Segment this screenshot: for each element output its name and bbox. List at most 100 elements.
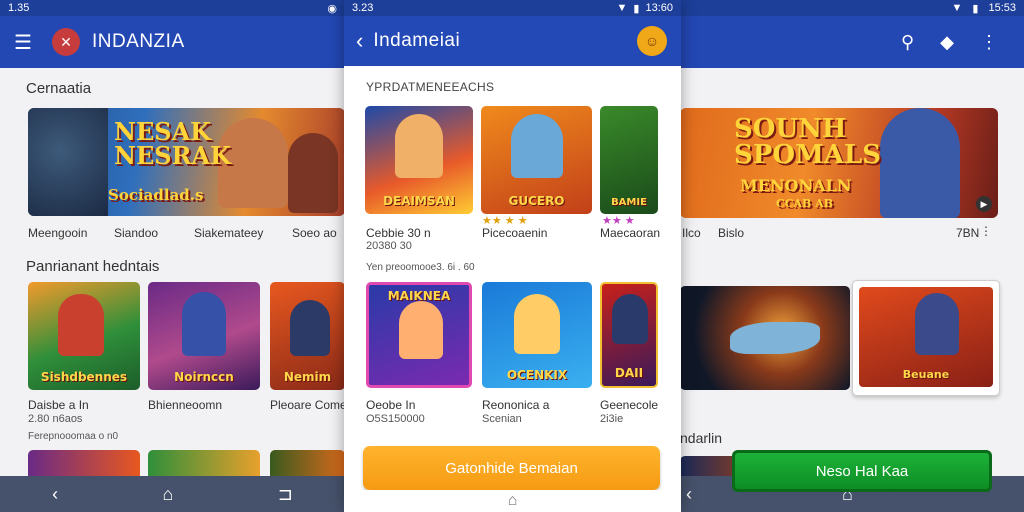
banner-hero xyxy=(880,108,960,218)
more-icon[interactable]: ⋮ xyxy=(980,32,998,53)
app-logo: ✕ xyxy=(51,28,80,56)
section-title: Cernaatia xyxy=(26,80,92,97)
game-tile[interactable]: BAMIE xyxy=(600,106,658,214)
search-icon[interactable]: ⚲ xyxy=(901,32,914,53)
back-arrow-icon[interactable]: ‹ xyxy=(356,28,363,54)
tile-caption: OCENKIX xyxy=(506,368,568,382)
play-icon[interactable]: ▶ xyxy=(976,196,992,212)
tile-character xyxy=(612,294,648,344)
tile-caption: Sishdbennes xyxy=(40,370,128,384)
banner-label: Siandoo xyxy=(114,226,159,240)
recents-icon[interactable]: ⊐ xyxy=(278,484,293,505)
right-screen: ▼ ▮ 15:53 ⚲ ◆ ⋮ SOUNH SPOMALS MENONALN C… xyxy=(680,0,1024,512)
tile-caption: Noirnccn xyxy=(174,370,234,384)
status-time: 1.35 xyxy=(8,2,30,14)
status-bar: ▼ ▮ 15:53 xyxy=(680,0,1024,16)
game-badge-icon[interactable]: ☺ xyxy=(637,26,667,56)
status-icons: ◉ xyxy=(327,2,337,15)
download-button[interactable]: Gatonhide Bemaian xyxy=(363,446,660,490)
status-time: 15:53 xyxy=(988,2,1016,14)
tile-caption: BAMIE xyxy=(611,197,647,208)
list-heading: YPRDATMENEEACHS xyxy=(366,80,495,94)
banner-label: 7BN xyxy=(956,226,980,240)
game-tile[interactable]: OCENKIX xyxy=(482,282,592,388)
tile-title: Maecaoran xyxy=(600,226,661,240)
tile-character xyxy=(395,114,443,178)
tile-meta: 20380 30 xyxy=(366,240,412,252)
battery-icon: ▮ xyxy=(972,2,979,15)
section-title: Panrianant hedntais xyxy=(26,258,160,275)
featured-banner[interactable]: SOUNH SPOMALS MENONALN CCAB AB ▶ xyxy=(680,108,998,218)
app-title: INDANZIA xyxy=(91,31,185,52)
system-nav-bar: ‹ ⌂ ⊐ xyxy=(0,476,345,512)
banner-title: SOUNH SPOMALS xyxy=(734,114,881,170)
game-tile[interactable]: Sishdbennes xyxy=(28,282,140,390)
tile-title: Picecoaenin xyxy=(482,226,548,240)
app-bar: ☰ ✕ INDANZIA xyxy=(0,16,345,68)
game-tile[interactable]: Noirnccn xyxy=(148,282,260,390)
tile-meta: 2i3ie xyxy=(600,413,624,425)
notification-icon: ◉ xyxy=(327,2,337,15)
app-bar: ⚲ ◆ ⋮ xyxy=(680,16,1024,68)
tile-meta: 2.80 n6aos xyxy=(28,413,83,425)
game-tile[interactable]: MAIKNEA xyxy=(366,282,472,388)
tile-meta: Ferepnooomaa o n0 xyxy=(28,431,119,442)
play-now-button[interactable]: Neso Hal Kaa xyxy=(732,450,992,492)
back-icon[interactable]: ‹ xyxy=(52,484,58,505)
tile-label: Daisbe a In xyxy=(28,398,89,412)
game-tile[interactable]: Nemim xyxy=(270,282,345,390)
banner-hero xyxy=(288,133,338,213)
tile-title: Reononica a xyxy=(482,398,550,412)
banner-caption: CCAB AB xyxy=(776,197,834,210)
tile-character xyxy=(399,301,443,359)
game-tile[interactable]: DAII xyxy=(600,282,658,388)
status-icons: ▼ ▮ 13:60 xyxy=(617,2,673,15)
more-dots-icon[interactable]: ⋮ xyxy=(980,224,992,238)
tile-character xyxy=(514,294,560,354)
menu-icon[interactable]: ☰ xyxy=(14,30,32,55)
game-tile[interactable] xyxy=(680,286,850,390)
game-tile[interactable]: DEAIMSAN xyxy=(365,106,473,214)
home-icon[interactable]: ⌂ xyxy=(163,484,174,505)
banner-title: NESAK NESRAK xyxy=(114,117,231,170)
tile-title: Oeobe In xyxy=(366,398,416,412)
tile-character xyxy=(182,292,226,356)
tile-title: Cebbie 30 n xyxy=(366,226,431,240)
status-clock: 13:60 xyxy=(645,2,673,14)
tile-character xyxy=(58,294,104,356)
section-title: ndarlin xyxy=(680,430,723,446)
tile-caption: MAIKNEA xyxy=(387,289,451,303)
tile-meta: O5S150000 xyxy=(366,413,425,425)
tile-art: Beuane xyxy=(859,287,993,387)
status-time: 3.23 xyxy=(352,2,374,14)
tile-character xyxy=(915,293,959,355)
back-icon[interactable]: ‹ xyxy=(686,484,692,505)
banner-character xyxy=(28,108,108,216)
game-tile[interactable]: GUCERO xyxy=(481,106,592,214)
banner-subtitle: MENONALN xyxy=(740,176,852,195)
tile-character xyxy=(511,114,563,178)
game-tile[interactable]: Beuane xyxy=(852,280,1000,396)
left-screen: 1.35 ◉ ☰ ✕ INDANZIA Cernaatia NESAK NESR… xyxy=(0,0,345,512)
dialog-title: Indameiai xyxy=(373,30,461,51)
tile-caption: Beuane xyxy=(902,368,950,381)
banner-subtitle: Sociadlad.s xyxy=(108,186,204,204)
tile-label: Bhienneoomn xyxy=(148,398,223,412)
featured-banner[interactable]: NESAK NESRAK Sociadlad.s xyxy=(28,108,345,216)
banner-label: Ilco xyxy=(682,226,701,240)
tile-caption: GUCERO xyxy=(508,194,565,208)
app-bar: ‹ Indameiai ☺ xyxy=(344,16,681,66)
home-indicator-icon[interactable]: ⌂ xyxy=(344,490,681,512)
shield-icon[interactable]: ◆ xyxy=(940,32,954,53)
banner-label: Meengooin xyxy=(28,226,88,240)
tile-label: Pleoare Comerac xyxy=(270,398,345,412)
battery-icon: ▮ xyxy=(633,2,640,15)
tile-title: Geenecole xyxy=(600,398,659,412)
banner-label: Siakemateey xyxy=(194,226,264,240)
list-meta: Yen preoomooe3. 6i . 60 xyxy=(366,262,475,273)
tile-character xyxy=(290,300,330,356)
tile-meta: Scenian xyxy=(482,413,522,425)
screenshot-stage: 1.35 ◉ ☰ ✕ INDANZIA Cernaatia NESAK NESR… xyxy=(0,0,1024,512)
banner-label: Soeo ao xyxy=(292,226,337,240)
tile-caption: Nemim xyxy=(283,370,332,384)
